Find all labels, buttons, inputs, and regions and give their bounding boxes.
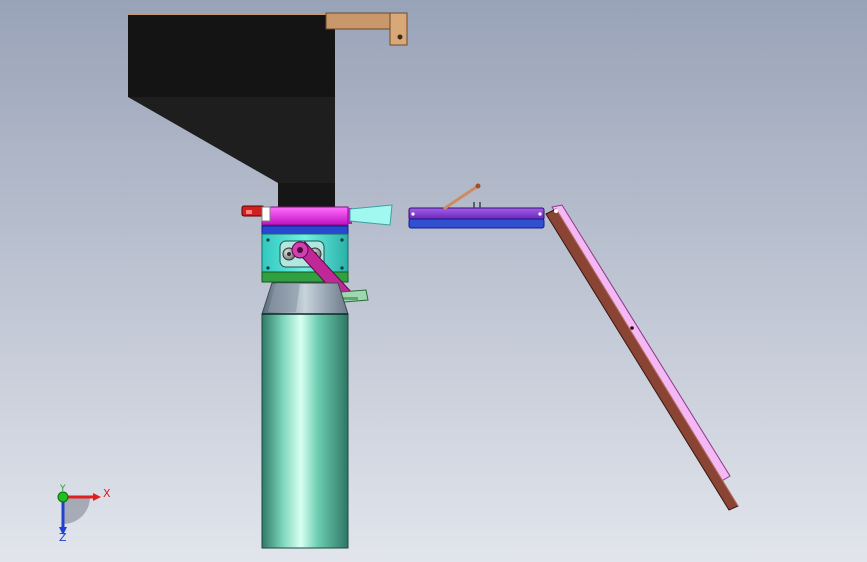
- z-axis-label: Z: [59, 531, 67, 544]
- feeder-magenta-block[interactable]: [261, 206, 352, 226]
- cyan-spout[interactable]: [349, 204, 393, 226]
- column-funnel[interactable]: [261, 282, 349, 315]
- y-axis-label: Y: [59, 484, 66, 494]
- main-column[interactable]: [261, 313, 349, 549]
- x-axis-label: X: [103, 487, 111, 500]
- 3d-viewport[interactable]: X Y Z: [0, 0, 867, 562]
- cad-model-scene[interactable]: X Y Z: [0, 0, 867, 562]
